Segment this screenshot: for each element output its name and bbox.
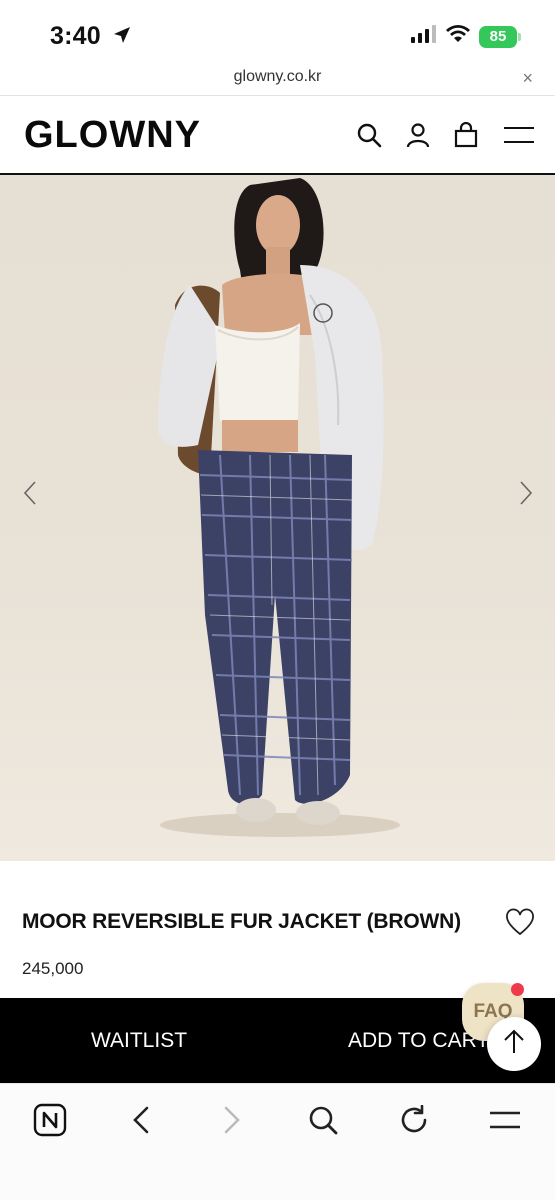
battery-level: 85 bbox=[489, 28, 507, 45]
status-icons: 85 bbox=[411, 25, 521, 48]
menu-icon[interactable] bbox=[487, 1102, 523, 1138]
scroll-top-button[interactable] bbox=[487, 1017, 541, 1071]
site-logo[interactable]: GLOWNY bbox=[24, 114, 201, 157]
signal-icon bbox=[411, 25, 437, 48]
location-arrow-icon bbox=[112, 23, 132, 52]
arrow-up-icon bbox=[503, 1029, 525, 1060]
site-header: GLOWNY bbox=[0, 96, 555, 175]
notification-dot bbox=[511, 983, 524, 996]
carousel-prev-icon[interactable] bbox=[18, 478, 42, 508]
status-time: 3:40 bbox=[50, 22, 132, 52]
url-domain[interactable]: glowny.co.kr bbox=[0, 68, 555, 86]
product-title: MOOR REVERSIBLE FUR JACKET (BROWN) bbox=[22, 910, 461, 933]
status-bar: 3:40 85 bbox=[0, 0, 555, 62]
user-icon[interactable] bbox=[403, 120, 433, 150]
reload-icon[interactable] bbox=[396, 1102, 432, 1138]
wifi-icon bbox=[446, 25, 470, 48]
product-photo bbox=[158, 178, 400, 837]
time-text: 3:40 bbox=[50, 22, 101, 50]
heart-icon[interactable] bbox=[505, 908, 535, 938]
naver-icon[interactable] bbox=[32, 1102, 68, 1138]
menu-icon[interactable] bbox=[503, 120, 535, 150]
url-bar[interactable]: glowny.co.kr × bbox=[0, 62, 555, 96]
battery-indicator: 85 bbox=[479, 25, 521, 48]
product-price: 245,000 bbox=[22, 959, 84, 978]
carousel-next-icon[interactable] bbox=[514, 478, 538, 508]
bag-icon[interactable] bbox=[451, 120, 481, 150]
forward-icon[interactable] bbox=[214, 1102, 250, 1138]
search-icon[interactable] bbox=[354, 120, 384, 150]
close-icon[interactable]: × bbox=[522, 68, 533, 89]
browser-toolbar bbox=[0, 1083, 555, 1200]
waitlist-button[interactable]: WAITLIST bbox=[0, 998, 278, 1083]
back-icon[interactable] bbox=[123, 1102, 159, 1138]
product-image[interactable] bbox=[0, 175, 555, 861]
search-icon[interactable] bbox=[305, 1102, 341, 1138]
